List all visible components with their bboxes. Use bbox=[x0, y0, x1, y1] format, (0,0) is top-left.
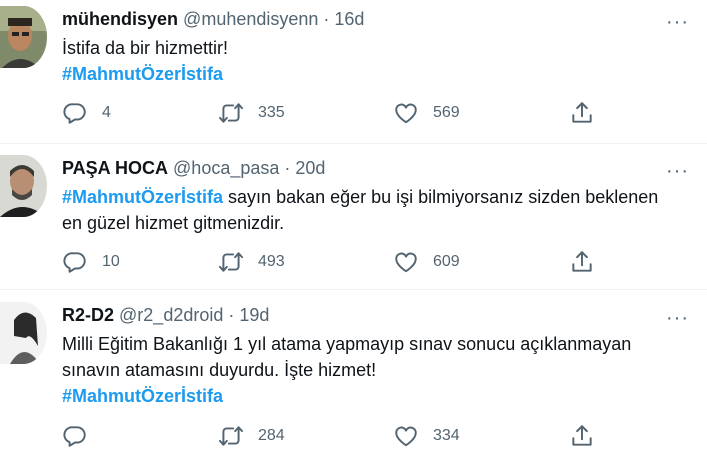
avatar[interactable] bbox=[0, 302, 47, 364]
like-button[interactable]: 609 bbox=[393, 249, 460, 275]
tweet[interactable]: R2-D2 @r2_d2droid · 19d ··· Milli Eğitim… bbox=[0, 290, 707, 465]
retweet-count: 493 bbox=[258, 253, 285, 270]
separator: · bbox=[279, 158, 296, 178]
action-bar: 10 493 609 bbox=[62, 249, 652, 275]
like-icon bbox=[393, 423, 419, 449]
more-icon[interactable]: ··· bbox=[666, 161, 689, 181]
reply-button[interactable] bbox=[62, 423, 102, 449]
reply-icon bbox=[62, 423, 88, 449]
timestamp[interactable]: 19d bbox=[239, 305, 269, 325]
tweet[interactable]: mühendisyen @muhendisyenn · 16d ··· İsti… bbox=[0, 0, 707, 144]
share-icon bbox=[569, 249, 595, 275]
tweet[interactable]: PAŞA HOCA @hoca_pasa · 20d ··· #MahmutÖz… bbox=[0, 143, 707, 290]
like-count: 334 bbox=[433, 427, 460, 444]
reply-count: 4 bbox=[102, 104, 111, 121]
tweet-header: mühendisyen @muhendisyenn · 16d bbox=[62, 9, 364, 30]
tweet-line: İstifa da bir hizmettir! bbox=[62, 38, 229, 58]
reply-icon bbox=[62, 249, 88, 275]
reply-button[interactable]: 10 bbox=[62, 249, 120, 275]
timestamp[interactable]: 16d bbox=[334, 9, 364, 29]
tweet-line: #MahmutÖzerİstifa sayın bakan eğer bu iş… bbox=[62, 184, 692, 210]
user-handle[interactable]: @muhendisyenn bbox=[183, 9, 318, 29]
retweet-icon bbox=[218, 423, 244, 449]
tweet-line: sınavın atamasını duyurdu. İşte hizmet! bbox=[62, 360, 377, 380]
like-button[interactable]: 334 bbox=[393, 423, 460, 449]
tweet-header: R2-D2 @r2_d2droid · 19d bbox=[62, 305, 269, 326]
retweet-button[interactable]: 335 bbox=[218, 100, 285, 126]
display-name[interactable]: PAŞA HOCA bbox=[62, 158, 168, 178]
like-count: 609 bbox=[433, 253, 460, 270]
share-button[interactable] bbox=[569, 100, 595, 126]
retweet-button[interactable]: 284 bbox=[218, 423, 285, 449]
tweet-text: İstifa da bir hizmettir! #MahmutÖzerİsti… bbox=[62, 35, 692, 87]
tweet-text: Milli Eğitim Bakanlığı 1 yıl atama yapma… bbox=[62, 331, 692, 409]
share-button[interactable] bbox=[569, 423, 595, 449]
separator: · bbox=[318, 9, 335, 29]
retweet-icon bbox=[218, 249, 244, 275]
retweet-icon bbox=[218, 100, 244, 126]
action-bar: 284 334 bbox=[62, 423, 652, 449]
tweet-text: #MahmutÖzerİstifa sayın bakan eğer bu iş… bbox=[62, 184, 692, 236]
like-count: 569 bbox=[433, 104, 460, 121]
tweet-line: en güzel hizmet gitmenizdir. bbox=[62, 213, 285, 233]
tweet-line: Milli Eğitim Bakanlığı 1 yıl atama yapma… bbox=[62, 334, 632, 354]
tweet-line-text: sayın bakan eğer bu işi bilmiyorsanız si… bbox=[223, 187, 659, 207]
more-icon[interactable]: ··· bbox=[666, 308, 689, 328]
reply-button[interactable]: 4 bbox=[62, 100, 111, 126]
like-icon bbox=[393, 249, 419, 275]
tweet-header: PAŞA HOCA @hoca_pasa · 20d bbox=[62, 158, 325, 179]
like-icon bbox=[393, 100, 419, 126]
share-button[interactable] bbox=[569, 249, 595, 275]
retweet-count: 335 bbox=[258, 104, 285, 121]
reply-icon bbox=[62, 100, 88, 126]
share-icon bbox=[569, 423, 595, 449]
reply-count: 10 bbox=[102, 253, 120, 270]
retweet-count: 284 bbox=[258, 427, 285, 444]
user-handle[interactable]: @hoca_pasa bbox=[173, 158, 279, 178]
display-name[interactable]: mühendisyen bbox=[62, 9, 178, 29]
display-name[interactable]: R2-D2 bbox=[62, 305, 114, 325]
share-icon bbox=[569, 100, 595, 126]
action-bar: 4 335 569 bbox=[62, 100, 652, 126]
like-button[interactable]: 569 bbox=[393, 100, 460, 126]
avatar[interactable] bbox=[0, 6, 47, 68]
separator: · bbox=[223, 305, 240, 325]
hashtag-link[interactable]: #MahmutÖzerİstifa bbox=[62, 61, 692, 87]
user-handle[interactable]: @r2_d2droid bbox=[119, 305, 223, 325]
timestamp[interactable]: 20d bbox=[295, 158, 325, 178]
hashtag-link[interactable]: #MahmutÖzerİstifa bbox=[62, 187, 223, 207]
retweet-button[interactable]: 493 bbox=[218, 249, 285, 275]
more-icon[interactable]: ··· bbox=[666, 12, 689, 32]
hashtag-link[interactable]: #MahmutÖzerİstifa bbox=[62, 383, 692, 409]
avatar[interactable] bbox=[0, 155, 47, 217]
